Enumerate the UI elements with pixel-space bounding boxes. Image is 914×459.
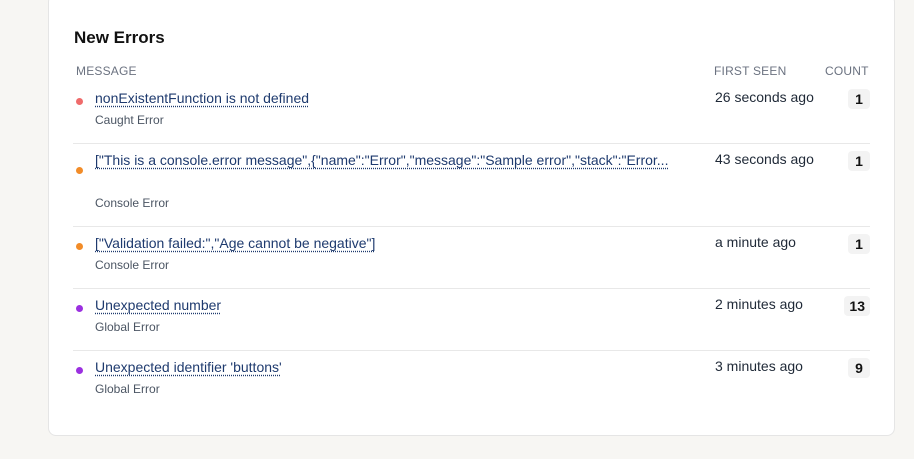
error-message-link[interactable]: nonExistentFunction is not defined [95, 88, 711, 109]
console-error-dot-icon [76, 167, 83, 174]
panel-title: New Errors [74, 28, 165, 47]
error-row: ["Validation failed:","Age cannot be neg… [73, 233, 870, 282]
new-errors-panel: New Errors MESSAGE FIRST SEEN COUNT nonE… [48, 0, 895, 436]
row-divider [73, 350, 870, 351]
error-message-link[interactable]: ["Validation failed:","Age cannot be neg… [95, 233, 711, 254]
error-count-badge: 9 [848, 358, 870, 378]
error-row: Unexpected identifier 'buttons' Global E… [73, 357, 870, 406]
error-first-seen: 26 seconds ago [715, 89, 814, 105]
row-divider [73, 288, 870, 289]
error-count-badge: 1 [848, 89, 870, 109]
error-message-link[interactable]: Unexpected number [95, 295, 711, 316]
column-header-first-seen: FIRST SEEN [714, 64, 787, 78]
error-count-badge: 13 [844, 296, 870, 316]
error-first-seen: 3 minutes ago [715, 358, 803, 374]
error-type: Global Error [95, 382, 160, 396]
error-count-badge: 1 [848, 234, 870, 254]
column-header-message: MESSAGE [76, 64, 137, 78]
error-type: Caught Error [95, 113, 164, 127]
global-error-dot-icon [76, 305, 83, 312]
error-first-seen: a minute ago [715, 234, 796, 250]
global-error-dot-icon [76, 367, 83, 374]
error-count-badge: 1 [848, 151, 870, 171]
error-row: Unexpected number Global Error 2 minutes… [73, 295, 870, 344]
caught-error-dot-icon [76, 98, 83, 105]
row-divider [73, 143, 870, 144]
error-first-seen: 43 seconds ago [715, 151, 814, 167]
error-message-link[interactable]: ["This is a console.error message",{"nam… [95, 150, 711, 171]
error-message-link[interactable]: Unexpected identifier 'buttons' [95, 357, 711, 378]
error-row: nonExistentFunction is not defined Caugh… [73, 88, 870, 137]
error-type: Global Error [95, 320, 160, 334]
error-row: ["This is a console.error message",{"nam… [73, 150, 870, 215]
error-type: Console Error [95, 258, 170, 272]
error-type: Console Error [95, 196, 170, 210]
row-divider [73, 226, 870, 227]
console-error-dot-icon [76, 243, 83, 250]
error-first-seen: 2 minutes ago [715, 296, 803, 312]
column-header-count: COUNT [825, 64, 869, 78]
